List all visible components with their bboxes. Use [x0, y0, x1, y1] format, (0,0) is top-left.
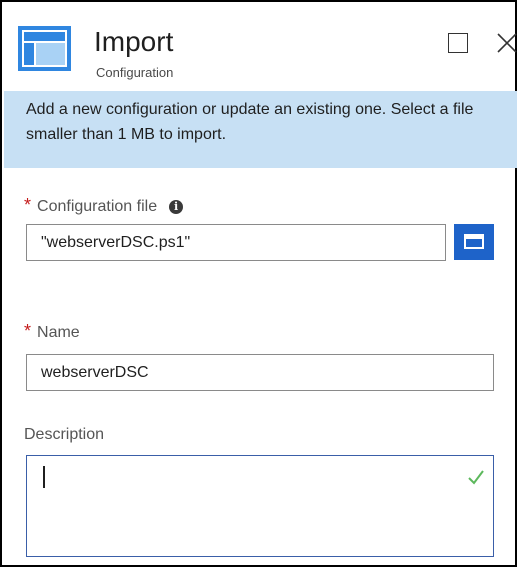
configuration-file-label: * Configuration file i — [24, 195, 184, 217]
name-label-text: Name — [37, 324, 80, 341]
folder-icon — [464, 234, 484, 249]
close-icon[interactable] — [494, 28, 517, 58]
configuration-file-label-text: Configuration file — [37, 198, 158, 215]
maximize-icon[interactable] — [448, 33, 468, 53]
configuration-blade-icon — [18, 26, 71, 71]
name-label: * Name — [24, 321, 80, 343]
import-blade: Import Configuration Add a new configura… — [0, 0, 517, 567]
info-banner: Add a new configuration or update an exi… — [4, 91, 517, 168]
browse-file-button[interactable] — [454, 224, 494, 260]
blade-title: Import — [94, 26, 174, 57]
info-icon[interactable]: i — [169, 199, 184, 214]
blade-subtitle: Configuration — [96, 65, 174, 80]
text-caret — [43, 466, 45, 488]
name-input[interactable]: webserverDSC — [26, 354, 494, 391]
info-banner-text: Add a new configuration or update an exi… — [26, 101, 474, 143]
description-label: Description — [24, 426, 105, 443]
configuration-file-input[interactable]: "webserverDSC.ps1" — [26, 224, 446, 261]
checkmark-icon — [467, 468, 485, 486]
required-marker: * — [24, 195, 32, 215]
description-textarea[interactable] — [26, 455, 494, 557]
required-marker: * — [24, 321, 32, 341]
